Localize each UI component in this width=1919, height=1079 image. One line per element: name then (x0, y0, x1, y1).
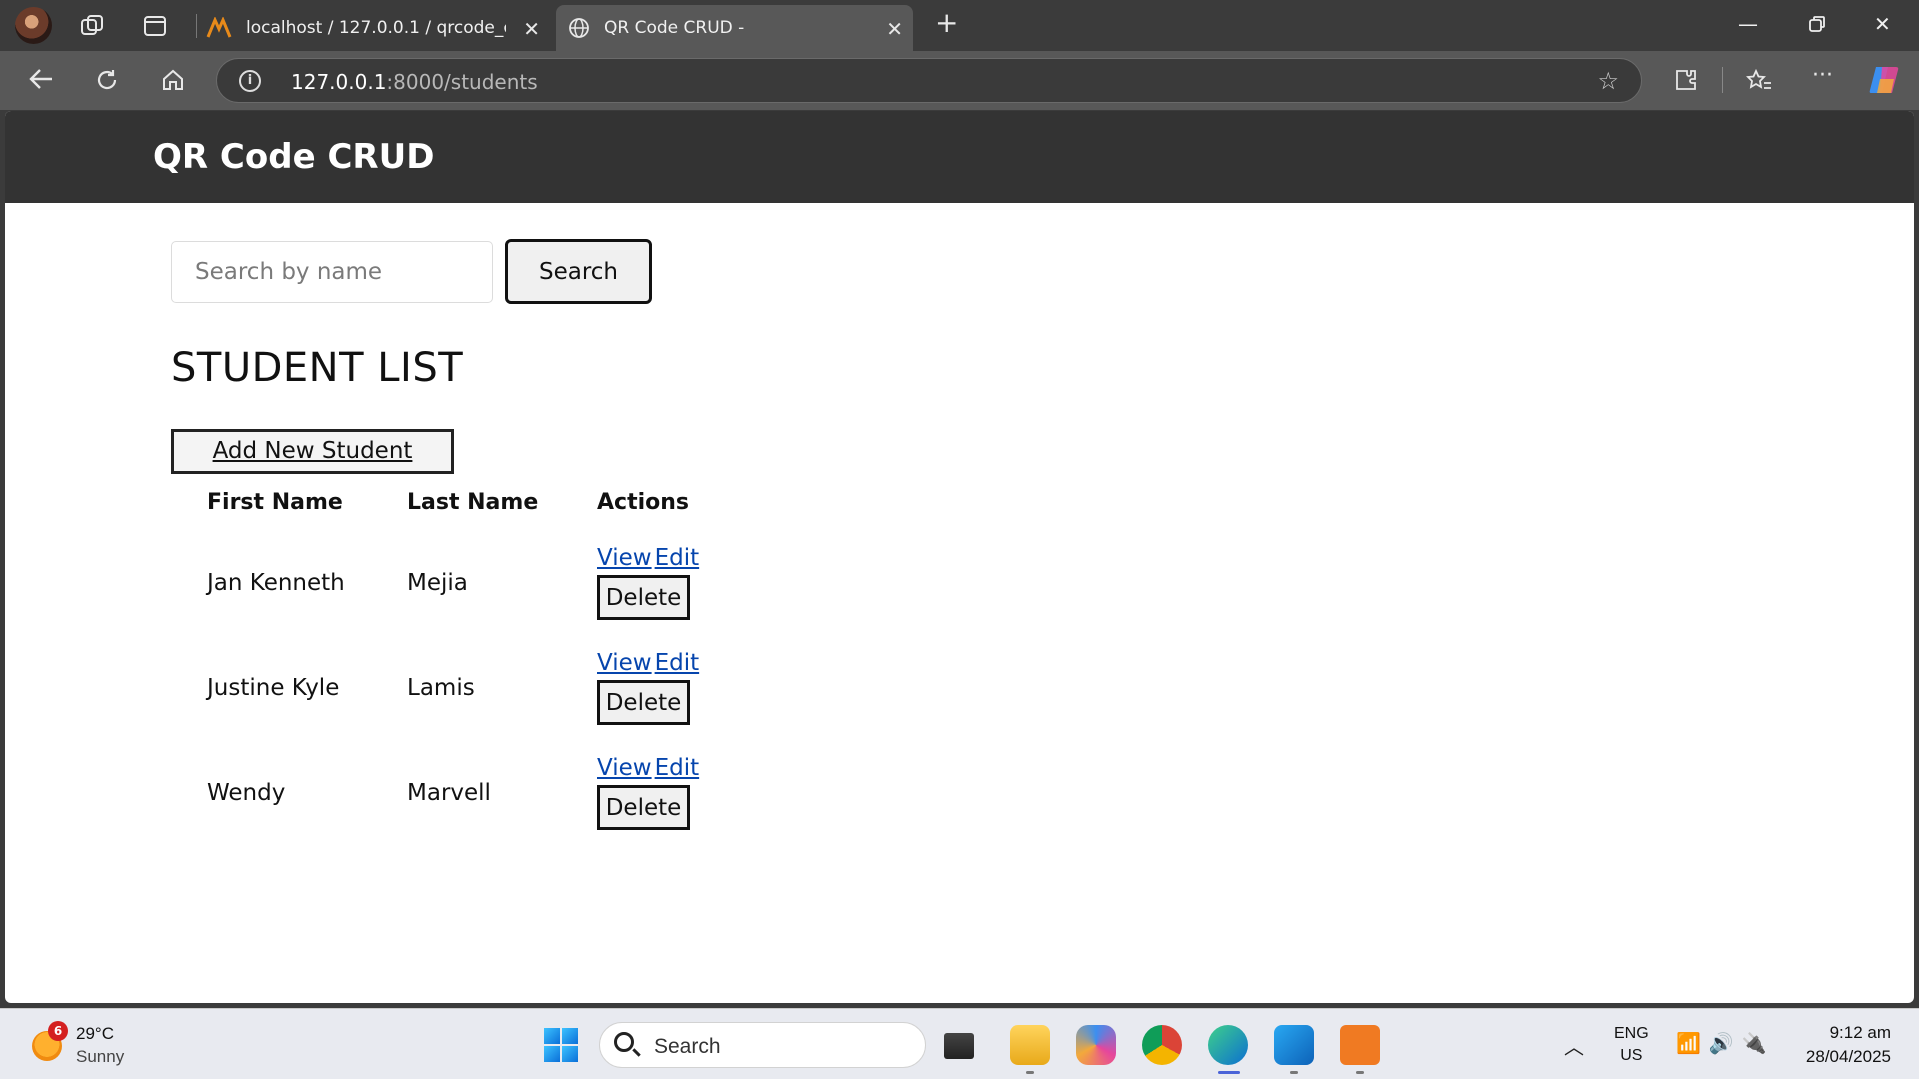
phpmyadmin-icon (206, 16, 232, 44)
notification-badge: 6 (48, 1021, 68, 1041)
close-window-icon[interactable]: ✕ (1874, 12, 1891, 36)
home-icon[interactable] (161, 68, 185, 97)
copilot-icon[interactable] (1868, 65, 1902, 99)
weather-temperature: 29°C (76, 1024, 114, 1043)
edge-icon[interactable] (1208, 1025, 1248, 1065)
site-navbar: QR Code CRUD (5, 111, 1914, 203)
tab-actions-icon[interactable] (143, 14, 167, 43)
students-table: First Name Last Name Actions Jan Kenneth… (191, 474, 718, 845)
close-tab-icon[interactable]: ✕ (523, 17, 540, 41)
last-name-cell: Lamis (407, 674, 475, 701)
actions-cell: View Edit Delete (581, 530, 718, 635)
add-new-student-button[interactable]: Add New Student (171, 429, 454, 474)
tab-qr-code-crud[interactable]: QR Code CRUD - ✕ (556, 5, 913, 51)
language-indicator[interactable]: ENG US (1614, 1023, 1649, 1067)
wifi-icon: 📶 (1676, 1031, 1709, 1055)
taskbar-search-label: Search (654, 1035, 721, 1058)
tab-phpmyadmin[interactable]: localhost / 127.0.0.1 / qrcode_crud ✕ (200, 5, 550, 51)
page-title: STUDENT LIST (171, 345, 464, 391)
extensions-icon[interactable] (1674, 68, 1698, 97)
delete-button[interactable]: Delete (597, 785, 690, 830)
browser-tab-bar: localhost / 127.0.0.1 / qrcode_crud ✕ QR… (0, 0, 1919, 51)
view-link[interactable]: View (597, 545, 652, 571)
favorites-icon[interactable] (1746, 68, 1772, 97)
vscode-icon[interactable] (1274, 1025, 1314, 1065)
address-bar[interactable]: i 127.0.0.1:8000/students ☆ (216, 58, 1642, 103)
table-row: Justine Kyle Lamis View Edit Delete (191, 635, 718, 740)
tab-separator (196, 14, 197, 38)
show-hidden-icons-chevron-icon[interactable]: ︿ (1564, 1031, 1584, 1060)
view-link[interactable]: View (597, 650, 652, 676)
globe-icon (568, 17, 590, 44)
column-header-actions: Actions (597, 489, 689, 515)
site-info-icon[interactable]: i (239, 70, 261, 92)
close-tab-icon[interactable]: ✕ (886, 17, 903, 41)
url-text: 127.0.0.1:8000/students (291, 70, 538, 94)
column-header-first-name: First Name (207, 489, 343, 515)
profile-avatar[interactable] (15, 7, 52, 44)
table-row: Jan Kenneth Mejia View Edit Delete (191, 530, 718, 635)
start-button-icon[interactable] (544, 1028, 578, 1062)
view-link[interactable]: View (597, 755, 652, 781)
copilot-app-icon[interactable] (1076, 1025, 1116, 1065)
tab-title: QR Code CRUD - (604, 18, 745, 38)
last-name-cell: Mejia (407, 569, 468, 596)
column-header-last-name: Last Name (407, 489, 539, 515)
favorite-star-icon[interactable]: ☆ (1597, 67, 1619, 95)
first-name-cell: Justine Kyle (207, 674, 340, 701)
minimize-icon[interactable]: — (1738, 12, 1758, 36)
edit-link[interactable]: Edit (655, 650, 700, 676)
refresh-icon[interactable] (95, 68, 119, 97)
table-header-row: First Name Last Name Actions (191, 474, 718, 530)
brand-title[interactable]: QR Code CRUD (153, 137, 434, 177)
back-icon[interactable] (28, 67, 54, 94)
task-view-icon[interactable] (944, 1033, 974, 1059)
file-explorer-icon[interactable] (1010, 1025, 1050, 1065)
weather-condition: Sunny (76, 1047, 125, 1066)
edit-link[interactable]: Edit (655, 545, 700, 571)
running-indicator (1026, 1071, 1034, 1074)
workspaces-icon[interactable] (80, 14, 106, 43)
table-row: Wendy Marvell View Edit Delete (191, 740, 718, 845)
search-icon (614, 1032, 634, 1052)
battery-icon: 🔌 (1741, 1031, 1775, 1055)
taskbar-search[interactable]: Search (599, 1022, 926, 1068)
active-indicator (1218, 1071, 1240, 1074)
edit-link[interactable]: Edit (655, 755, 700, 781)
search-input[interactable] (171, 241, 493, 303)
browser-toolbar: i 127.0.0.1:8000/students ☆ ··· (0, 51, 1919, 110)
windows-taskbar: 6 29°C Sunny Search ︿ ENG US 📶🔊🔌 9:12 am (0, 1008, 1919, 1079)
delete-button[interactable]: Delete (597, 575, 690, 620)
page-viewport: QR Code CRUD Search STUDENT LIST Add New… (5, 111, 1914, 1003)
first-name-cell: Jan Kenneth (207, 569, 345, 596)
toolbar-separator (1722, 67, 1723, 93)
new-tab-icon[interactable]: + (935, 9, 958, 37)
system-tray[interactable]: 📶🔊🔌 (1676, 1031, 1775, 1055)
delete-button[interactable]: Delete (597, 680, 690, 725)
first-name-cell: Wendy (207, 779, 286, 806)
running-indicator (1356, 1071, 1364, 1074)
volume-icon: 🔊 (1708, 1031, 1742, 1055)
actions-cell: View Edit Delete (581, 740, 718, 845)
restore-icon[interactable] (1808, 14, 1826, 38)
clock[interactable]: 9:12 am 28/04/2025 (1806, 1021, 1891, 1069)
actions-cell: View Edit Delete (581, 635, 718, 740)
running-indicator (1290, 1071, 1298, 1074)
more-menu-icon[interactable]: ··· (1812, 65, 1833, 87)
tab-title: localhost / 127.0.0.1 / qrcode_crud (246, 18, 506, 38)
chrome-icon[interactable] (1142, 1025, 1182, 1065)
last-name-cell: Marvell (407, 779, 491, 806)
search-button[interactable]: Search (505, 239, 652, 304)
xampp-icon[interactable] (1340, 1025, 1380, 1065)
